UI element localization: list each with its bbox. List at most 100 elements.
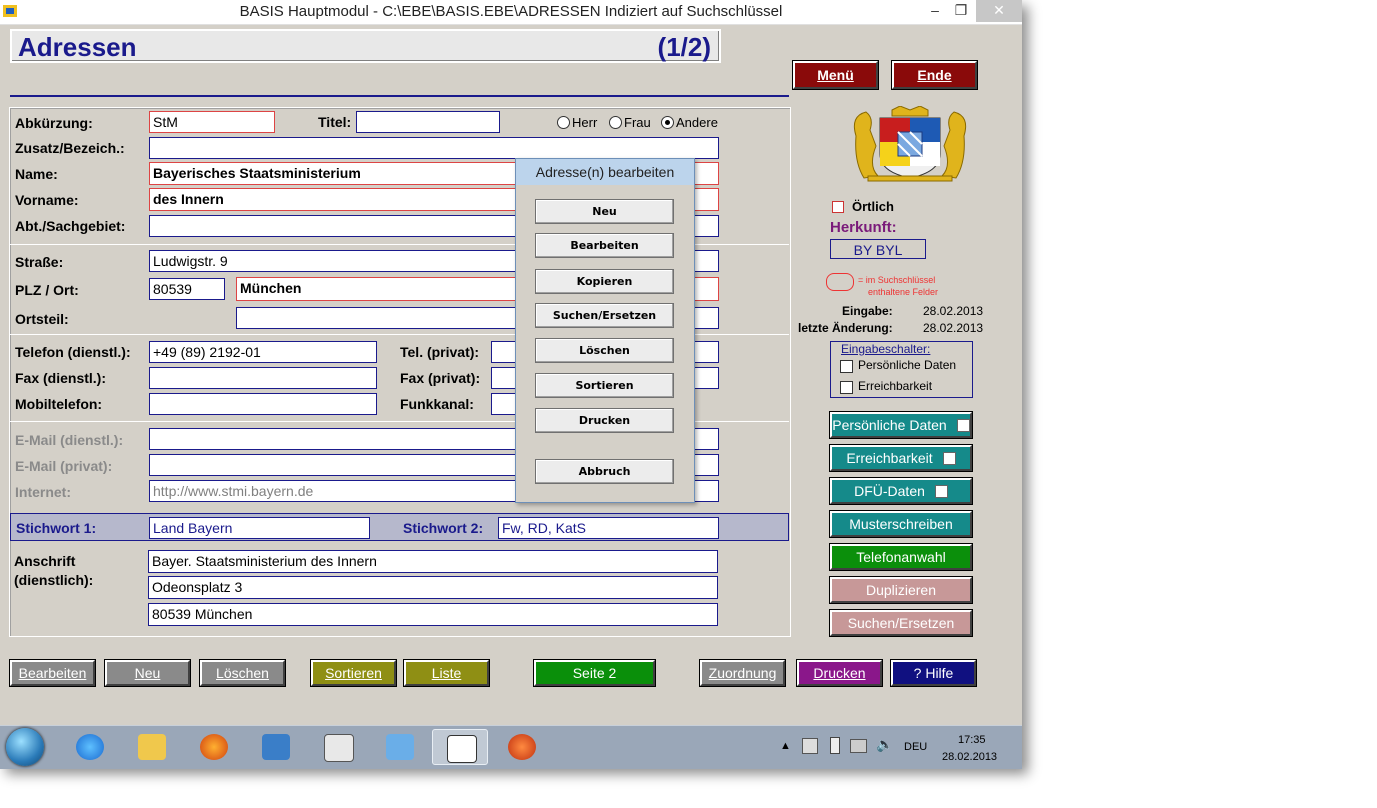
tray-network-icon[interactable] [850,739,867,753]
dialog-sortieren-button[interactable]: Sortieren [535,373,674,398]
dialog-abbruch-button[interactable]: Abbruch [535,459,674,484]
neu-label: Neu [134,665,161,681]
mobil-field[interactable] [149,393,377,415]
suchen-ersetzen-button[interactable]: Suchen/Ersetzen [829,609,973,637]
drucken-label: Drucken [813,665,866,681]
loeschen-button[interactable]: Löschen [199,659,286,687]
persoenliche-daten-label: Persönliche Daten [832,417,947,433]
abt-label: Abt./Sachgebiet: [15,218,126,234]
tray-volume-icon[interactable]: 🔈 [876,736,893,753]
oertlich-checkbox[interactable] [832,201,844,213]
radio-frau-label: Frau [624,115,651,130]
legend-red-oval [826,273,854,291]
taskbar-control-panel[interactable] [372,729,428,765]
tel-dienstl-field[interactable]: +49 (89) 2192-01 [149,341,377,363]
zuordnung-button[interactable]: Zuordnung [699,659,786,687]
stichwort2-field[interactable]: Fw, RD, KatS [498,517,719,539]
funk-label: Funkkanal: [400,396,474,412]
liste-label: Liste [431,665,462,681]
radio-herr-circle [557,116,570,129]
anschrift-label: Anschrift [14,553,76,569]
window-title: BASIS Hauptmodul - C:\EBE\BASIS.EBE\ADRE… [239,3,783,20]
neu-button[interactable]: Neu [104,659,191,687]
strasse-label: Straße: [15,254,64,270]
anschrift-line-1[interactable]: Bayer. Staatsministerium des Innern [148,550,718,573]
header-box: Adressen (1/2) [10,29,721,63]
radio-herr[interactable]: Herr [557,115,597,130]
liste-button[interactable]: Liste [403,659,490,687]
dfue-daten-button[interactable]: DFÜ-Daten [829,477,973,505]
bavaria-coat-of-arms-icon [853,106,967,182]
anschrift-line-3[interactable]: 80539 München [148,603,718,626]
persoenliche-daten-checkbox [956,419,970,432]
bearbeiten-button[interactable]: Bearbeiten [9,659,96,687]
eingabe-label: Eingabe: [842,304,893,318]
record-count: (1/2) [657,32,711,62]
title-bar: BASIS Hauptmodul - C:\EBE\BASIS.EBE\ADRE… [0,0,1022,25]
persoenliche-daten-button[interactable]: Persönliche Daten [829,411,973,439]
fax-dienstl-field[interactable] [149,367,377,389]
herkunft-field[interactable]: BY BYL [830,239,926,259]
fax-privat-label: Fax (privat): [400,370,481,386]
anschrift-line-2[interactable]: Odeonsplatz 3 [148,576,718,599]
erreichbarkeit-button[interactable]: Erreichbarkeit [829,444,973,472]
legend-text-1: = im Suchschlüssel [858,275,936,285]
stichwort2-label: Stichwort 2: [403,520,484,536]
dialog-kopieren-button[interactable]: Kopieren [535,269,674,294]
tray-time[interactable]: 17:35 [958,734,986,746]
taskbar-book-app[interactable] [248,729,304,765]
vorname-label: Vorname: [15,192,79,208]
dialog-neu-button[interactable]: Neu [535,199,674,224]
end-button[interactable]: Ende [891,60,978,90]
taskbar-basis-app[interactable] [432,729,488,765]
dialog-loeschen-button[interactable]: Löschen [535,338,674,363]
drucken-button[interactable]: Drucken [796,659,883,687]
hilfe-button[interactable]: ? Hilfe [890,659,977,687]
telefonanwahl-button[interactable]: Telefonanwahl [829,543,973,571]
tel-dienstl-label: Telefon (dienstl.): [15,344,131,360]
tray-battery-icon[interactable] [830,737,840,754]
start-button-icon[interactable] [6,728,44,766]
duplizieren-button[interactable]: Duplizieren [829,576,973,604]
taskbar-orange-app[interactable] [494,729,550,765]
plz-field[interactable]: 80539 [149,278,225,300]
taskbar: ▲ 🔈 DEU 17:35 28.02.2013 [0,725,1022,769]
page-title: Adressen [18,32,137,62]
dialog-drucken-button[interactable]: Drucken [535,408,674,433]
aenderung-date: 28.02.2013 [923,321,984,335]
musterschreiben-button[interactable]: Musterschreiben [829,510,973,538]
app-window: BASIS Hauptmodul - C:\EBE\BASIS.EBE\ADRE… [0,0,1022,769]
eingabe-date: 28.02.2013 [923,304,984,318]
dialog-bearbeiten-button[interactable]: Bearbeiten [535,233,674,258]
tray-language[interactable]: DEU [904,741,927,753]
radio-frau[interactable]: Frau [609,115,651,130]
email-privat-label: E-Mail (privat): [15,458,113,474]
seite2-button[interactable]: Seite 2 [533,659,656,687]
dialog-suchen-ersetzen-button[interactable]: Suchen/Ersetzen [535,303,674,328]
schalter-persoenlich-checkbox[interactable] [840,360,853,373]
zusatz-field[interactable] [149,137,719,159]
taskbar-explorer[interactable] [124,729,180,765]
stichwort1-field[interactable]: Land Bayern [149,517,370,539]
schalter-erreichbarkeit-checkbox[interactable] [840,381,853,394]
menu-button[interactable]: Menü [792,60,879,90]
maximize-button[interactable]: ❐ [946,0,976,22]
close-button[interactable]: ✕ [976,0,1022,22]
zuordnung-label: Zuordnung [708,665,777,681]
header-divider [10,95,789,97]
orange-app-icon [508,734,536,760]
taskbar-notes-app[interactable] [310,729,366,765]
tray-expand-icon[interactable]: ▲ [780,740,791,752]
abkuerzung-label: Abkürzung: [15,115,93,131]
abkuerzung-field[interactable]: StM [149,111,275,133]
taskbar-firefox[interactable] [186,729,242,765]
titel-label: Titel: [318,114,352,130]
anschrift-sublabel: (dienstlich): [14,572,94,588]
tray-date[interactable]: 28.02.2013 [942,751,997,763]
sortieren-button[interactable]: Sortieren [310,659,397,687]
radio-andere-circle [661,116,674,129]
titel-field[interactable] [356,111,500,133]
radio-andere[interactable]: Andere [661,115,718,130]
taskbar-internet-explorer[interactable] [62,729,118,765]
tray-flag-icon[interactable] [802,738,818,754]
